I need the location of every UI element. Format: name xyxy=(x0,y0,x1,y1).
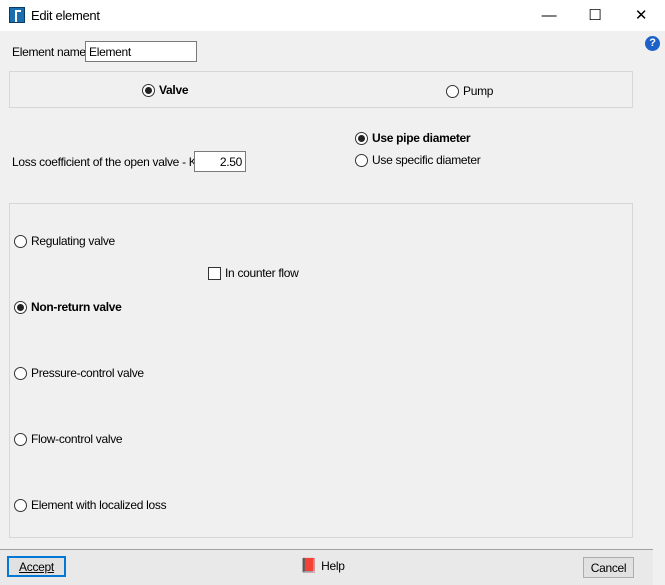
radio-label: Flow-control valve xyxy=(31,432,123,446)
radio-regulating-valve[interactable]: Regulating valve xyxy=(14,234,115,248)
radio-label: Non-return valve xyxy=(31,300,122,314)
radio-non-return-valve[interactable]: Non-return valve xyxy=(14,300,122,314)
radio-label: Valve xyxy=(159,83,189,97)
radio-circle xyxy=(355,131,368,145)
radio-label: Pump xyxy=(463,84,494,98)
help-button[interactable]: 📕 Help xyxy=(300,557,345,574)
help-icon[interactable]: ? xyxy=(645,36,660,51)
app-icon xyxy=(9,7,25,23)
radio-circle xyxy=(14,432,27,446)
radio-use-pipe-diameter[interactable]: Use pipe diameter xyxy=(355,131,471,145)
window-title: Edit element xyxy=(31,8,100,23)
radio-label: Regulating valve xyxy=(31,234,115,248)
checkbox-counter-flow[interactable]: In counter flow xyxy=(208,266,299,280)
radio-flow-control-valve[interactable]: Flow-control valve xyxy=(14,432,123,446)
cancel-button[interactable]: Cancel xyxy=(583,557,634,578)
help-label: Help xyxy=(321,558,345,573)
radio-circle xyxy=(14,300,27,314)
radio-circle xyxy=(14,498,27,512)
maximize-button[interactable]: ☐ xyxy=(572,0,618,31)
radio-circle xyxy=(446,84,459,98)
radio-circle xyxy=(14,366,27,380)
close-button[interactable]: ✕ xyxy=(618,0,664,31)
radio-use-specific-diameter[interactable]: Use specific diameter xyxy=(355,153,481,167)
book-icon: 📕 xyxy=(300,557,318,573)
checkbox-box xyxy=(208,266,221,280)
radio-label: Element with localized loss xyxy=(31,498,167,512)
radio-circle xyxy=(142,83,155,97)
type-group xyxy=(9,71,633,108)
loss-coefficient-label: Loss coefficient of the open valve - K xyxy=(12,155,197,169)
radio-label: Use specific diameter xyxy=(372,153,481,167)
radio-pump[interactable]: Pump xyxy=(446,84,493,98)
checkbox-label: In counter flow xyxy=(225,266,299,280)
radio-label: Pressure-control valve xyxy=(31,366,144,380)
radio-localized-loss[interactable]: Element with localized loss xyxy=(14,498,167,512)
radio-pressure-control-valve[interactable]: Pressure-control valve xyxy=(14,366,144,380)
element-name-input[interactable] xyxy=(85,41,197,62)
element-name-label: Element name xyxy=(12,45,86,59)
radio-valve[interactable]: Valve xyxy=(142,83,189,97)
radio-label: Use pipe diameter xyxy=(372,131,471,145)
radio-circle xyxy=(355,153,368,167)
loss-coefficient-input[interactable] xyxy=(194,151,246,172)
accept-button[interactable]: Accept xyxy=(7,556,66,577)
minimize-button[interactable]: — xyxy=(526,0,572,31)
radio-circle xyxy=(14,234,27,248)
